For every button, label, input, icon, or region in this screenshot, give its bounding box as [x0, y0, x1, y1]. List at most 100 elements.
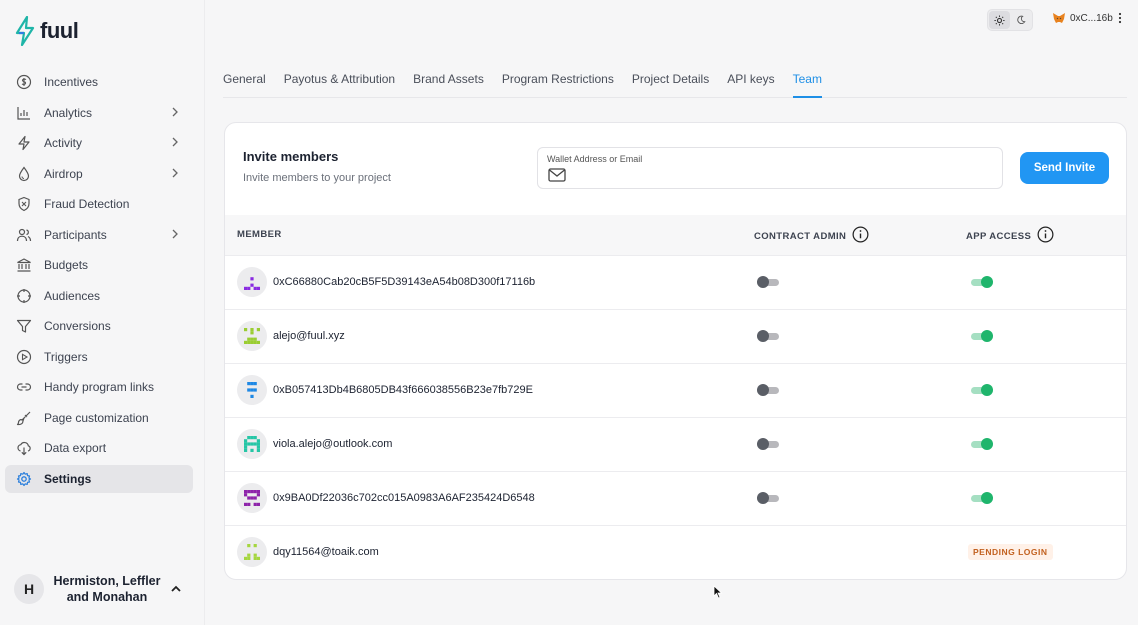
contract-admin-toggle[interactable]	[757, 492, 779, 504]
sidebar-item-label: Participants	[44, 227, 107, 242]
chevron-up-icon	[171, 585, 181, 592]
member-identifier: dqy11564@toaik.com	[273, 546, 379, 558]
app-access-header-label: APP ACCESS	[966, 230, 1032, 242]
invite-subtitle: Invite members to your project	[243, 172, 391, 184]
moon-icon[interactable]	[1010, 11, 1031, 29]
invite-title: Invite members	[243, 149, 339, 164]
gear-icon	[16, 471, 32, 487]
brush-icon	[16, 410, 32, 426]
sidebar-item-budgets[interactable]: Budgets	[5, 251, 193, 279]
bolt-icon	[16, 135, 32, 151]
tab-api-keys[interactable]: API keys	[727, 62, 774, 98]
sidebar-item-fraud-detection[interactable]: Fraud Detection	[5, 190, 193, 218]
sidebar-item-label: Fraud Detection	[44, 197, 130, 211]
sidebar-item-settings[interactable]: Settings	[5, 464, 193, 493]
sidebar-item-label: Conversions	[44, 319, 111, 333]
contract-admin-toggle[interactable]	[757, 384, 779, 396]
dollar-icon	[16, 74, 32, 90]
tab-general[interactable]: General	[223, 62, 266, 98]
mail-icon	[548, 168, 566, 182]
tab-payotus-attribution[interactable]: Payotus & Attribution	[284, 62, 395, 98]
member-avatar	[237, 537, 267, 567]
sidebar-item-label: Page customization	[44, 410, 149, 425]
contract-admin-toggle[interactable]	[757, 438, 779, 450]
team-card: Invite members Invite members to your pr…	[224, 122, 1127, 580]
droplet-icon	[16, 165, 32, 182]
mouse-cursor-icon	[713, 585, 723, 599]
member-identifier: viola.alejo@outlook.com	[273, 438, 393, 450]
member-avatar	[237, 375, 267, 405]
contract-admin-toggle[interactable]	[757, 276, 779, 288]
member-identifier: alejo@fuul.xyz	[273, 330, 345, 342]
org-avatar: H	[14, 574, 44, 604]
bank-icon	[16, 257, 32, 273]
wallet-button[interactable]: 0xC...16b	[1052, 12, 1123, 24]
more-vertical-icon[interactable]	[1117, 12, 1123, 24]
table-header: MEMBER CONTRACT ADMIN APP ACCESS	[225, 215, 1126, 255]
cloud-download-icon	[16, 440, 32, 456]
theme-toggle[interactable]	[987, 9, 1033, 31]
play-icon	[16, 349, 32, 365]
sidebar-item-handy-program-links[interactable]: Handy program links	[5, 373, 193, 401]
sidebar-item-label: Incentives	[44, 75, 99, 89]
app-access-toggle[interactable]	[971, 438, 993, 450]
sidebar-item-conversions[interactable]: Conversions	[5, 312, 193, 340]
sidebar-item-audiences[interactable]: Audiences	[5, 282, 193, 310]
sidebar: fuul Incentives Analytics Activity Airdrop F…	[0, 0, 205, 625]
chevron-right-icon	[172, 229, 178, 238]
sidebar-item-label: Settings	[44, 471, 92, 486]
table-row: alejo@fuul.xyz	[225, 309, 1126, 363]
chevron-right-icon	[172, 168, 178, 177]
org-switcher[interactable]: H Hermiston, Leffler and Monahan	[14, 572, 194, 606]
sidebar-item-label: Budgets	[44, 258, 89, 272]
bar-chart-icon	[16, 105, 32, 121]
sidebar-item-triggers[interactable]: Triggers	[5, 343, 193, 371]
sidebar-item-label: Analytics	[44, 105, 93, 120]
member-avatar	[237, 429, 267, 459]
member-avatar	[237, 321, 267, 351]
sidebar-item-incentives[interactable]: Incentives	[5, 68, 193, 96]
sidebar-item-airdrop[interactable]: Airdrop	[5, 160, 193, 188]
table-row: 0xB057413Db4B6805DB43f666038556B23e7fb72…	[225, 363, 1126, 417]
tab-project-details[interactable]: Project Details	[632, 62, 709, 98]
settings-tabs: General Payotus & Attribution Brand Assets…	[223, 62, 1127, 98]
sidebar-item-label: Triggers	[44, 349, 88, 364]
sidebar-item-label: Data export	[44, 441, 107, 455]
funnel-icon	[16, 318, 32, 334]
tab-brand-assets[interactable]: Brand Assets	[413, 62, 484, 98]
wallet-or-email-input[interactable]	[570, 167, 990, 185]
app-access-toggle[interactable]	[971, 492, 993, 504]
info-icon[interactable]	[1037, 226, 1054, 243]
fuul-logo-icon	[15, 16, 35, 46]
sun-icon[interactable]	[989, 11, 1010, 29]
wallet-address: 0xC...16b	[1070, 12, 1113, 24]
member-header-label: MEMBER	[237, 229, 282, 240]
tab-program-restrictions[interactable]: Program Restrictions	[502, 62, 614, 98]
contract-admin-column-header: CONTRACT ADMIN	[754, 226, 869, 243]
member-avatar	[237, 267, 267, 297]
org-name: Hermiston, Leffler and Monahan	[53, 574, 161, 604]
link-icon	[16, 379, 32, 395]
app-access-column-header: APP ACCESS	[966, 226, 1054, 243]
contract-admin-header-label: CONTRACT ADMIN	[754, 230, 847, 242]
table-row: viola.alejo@outlook.com	[225, 417, 1126, 471]
sidebar-item-analytics[interactable]: Analytics	[5, 99, 193, 127]
status-badge: PENDING LOGIN	[968, 544, 1053, 560]
brand-logo[interactable]: fuul	[14, 16, 79, 46]
wallet-or-email-field[interactable]: Wallet Address or Email	[537, 147, 1003, 189]
tab-team[interactable]: Team	[792, 62, 822, 98]
app-access-toggle[interactable]	[971, 330, 993, 342]
info-icon[interactable]	[852, 226, 869, 243]
app-access-toggle[interactable]	[971, 276, 993, 288]
users-icon	[16, 227, 32, 243]
sidebar-item-data-export[interactable]: Data export	[5, 434, 193, 462]
sidebar-item-label: Audiences	[44, 288, 101, 303]
sidebar-item-label: Handy program links	[44, 380, 155, 394]
send-invite-button[interactable]: Send Invite	[1020, 152, 1109, 184]
sidebar-item-page-customization[interactable]: Page customization	[5, 404, 193, 432]
member-identifier: 0xC66880Cab20cB5F5D39143eA54b08D300f1711…	[273, 276, 536, 288]
contract-admin-toggle[interactable]	[757, 330, 779, 342]
sidebar-item-participants[interactable]: Participants	[5, 221, 193, 249]
app-access-toggle[interactable]	[971, 384, 993, 396]
sidebar-item-activity[interactable]: Activity	[5, 129, 193, 157]
